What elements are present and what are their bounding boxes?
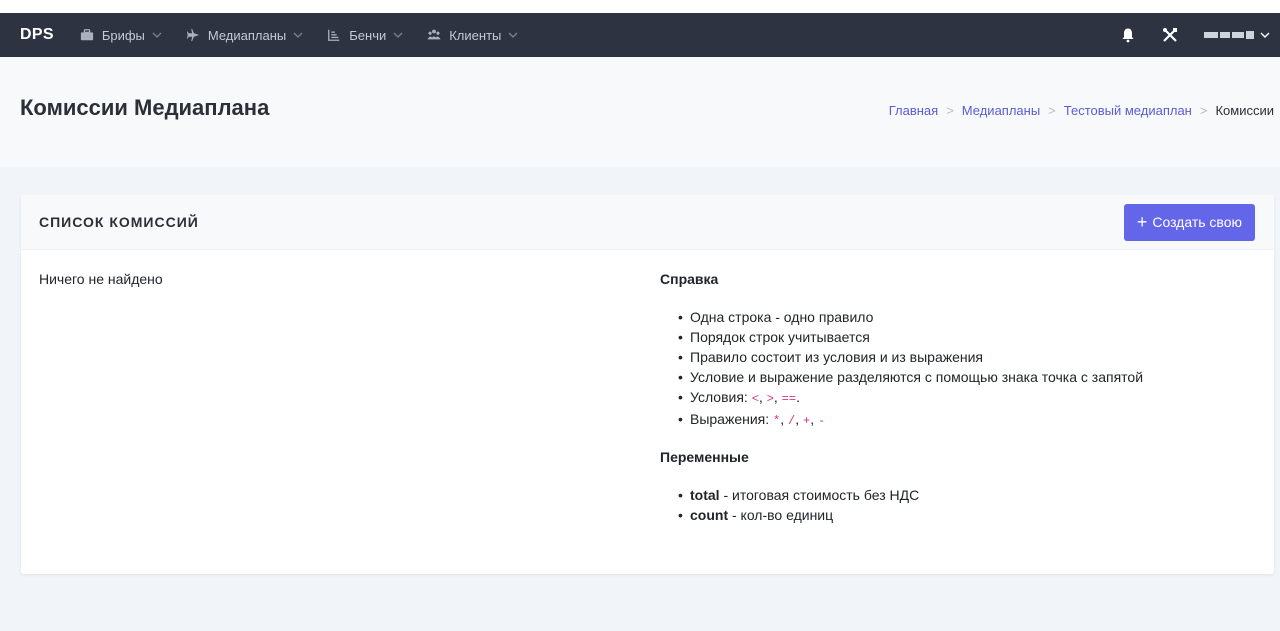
expression-code: /	[788, 414, 796, 428]
card-body: Ничего не найдено Справка Одна строка - …	[21, 250, 1274, 573]
tools-icon[interactable]	[1162, 27, 1178, 43]
condition-code: ==	[781, 392, 797, 406]
nav-item-label: Медиапланы	[207, 27, 287, 43]
list-item: Одна строка - одно правило	[678, 307, 1260, 327]
page-title: Комиссии Медиаплана	[20, 95, 270, 120]
breadcrumb-separator-icon: >	[1048, 103, 1056, 118]
create-button-label: Создать свою	[1152, 214, 1242, 230]
help-title: Справка	[660, 271, 719, 287]
variable-desc: - кол-во единиц	[728, 507, 834, 523]
breadcrumb: Главная > Медиапланы > Тестовый медиапла…	[889, 103, 1274, 118]
brand-logo[interactable]: DPS	[20, 26, 54, 44]
variable-name: count	[690, 507, 729, 523]
briefcase-icon	[80, 29, 93, 41]
chevron-down-icon	[393, 32, 403, 38]
empty-state-text: Ничего не найдено	[39, 271, 163, 287]
top-strip	[0, 0, 1280, 13]
variable-name: total	[690, 487, 720, 503]
card-title: список комиссий	[39, 214, 199, 230]
variable-desc: - итоговая стоимость без НДС	[719, 487, 920, 503]
help-rules-list: Одна строка - одно правило Порядок строк…	[678, 307, 1260, 431]
breadcrumb-mediaplans[interactable]: Медиапланы	[962, 103, 1040, 118]
avatar	[1204, 32, 1218, 38]
nav-item-clients[interactable]: Клиенты	[427, 28, 518, 43]
expression-code: +	[803, 414, 811, 428]
list-item-expressions: Выражения: *, /, +, -	[678, 409, 1260, 431]
create-commission-button[interactable]: + Создать свою	[1123, 203, 1255, 241]
condition-code: >	[766, 392, 774, 406]
chevron-down-icon	[508, 32, 518, 38]
breadcrumb-home[interactable]: Главная	[889, 103, 938, 118]
card-header: список комиссий + Создать свою	[21, 195, 1274, 250]
navbar-right	[1120, 13, 1270, 57]
help-section: Справка Одна строка - одно правило Поряд…	[660, 271, 1260, 543]
chevron-down-icon	[293, 32, 303, 38]
bell-icon[interactable]	[1120, 27, 1136, 43]
list-item: count - кол-во единиц	[678, 505, 1260, 525]
list-item-conditions: Условия: <, >, ==.	[678, 387, 1260, 409]
commissions-card: список комиссий + Создать свою Ничего не…	[21, 195, 1274, 574]
expression-code: *	[773, 414, 781, 428]
breadcrumb-separator-icon: >	[946, 103, 954, 118]
page-header: Комиссии Медиаплана Главная > Медиапланы…	[0, 57, 1280, 167]
nav-item-label: Клиенты	[449, 27, 502, 43]
expression-code: -	[818, 414, 826, 428]
top-navbar: DPS Брифы Медиапланы Бенчи Клиенты	[0, 13, 1280, 57]
user-menu[interactable]	[1204, 30, 1270, 40]
nav-item-mediaplans[interactable]: Медиапланы	[186, 28, 303, 43]
nav-item-briefs[interactable]: Брифы	[80, 28, 162, 43]
condition-code: <	[751, 392, 759, 406]
plane-icon	[186, 28, 199, 42]
list-item: Порядок строк учитывается	[678, 327, 1260, 347]
nav-item-label: Брифы	[101, 27, 145, 43]
breadcrumb-current: Комиссии	[1215, 103, 1274, 118]
variables-title: Переменные	[660, 449, 749, 465]
list-item: Условие и выражение разделяются с помощь…	[678, 367, 1260, 387]
nav-item-label: Бенчи	[349, 27, 387, 43]
variables-list: total - итоговая стоимость без НДС count…	[678, 485, 1260, 525]
list-item: Правило состоит из условия и из выражени…	[678, 347, 1260, 367]
list-item: total - итоговая стоимость без НДС	[678, 485, 1260, 505]
nav-item-benches[interactable]: Бенчи	[327, 28, 403, 43]
chart-icon	[328, 29, 340, 41]
plus-icon: +	[1136, 212, 1148, 232]
breadcrumb-test-mediaplan[interactable]: Тестовый медиаплан	[1064, 103, 1192, 118]
chevron-down-icon	[152, 32, 162, 38]
users-icon	[427, 29, 441, 40]
chevron-down-icon	[1260, 32, 1270, 38]
breadcrumb-separator-icon: >	[1199, 103, 1208, 118]
